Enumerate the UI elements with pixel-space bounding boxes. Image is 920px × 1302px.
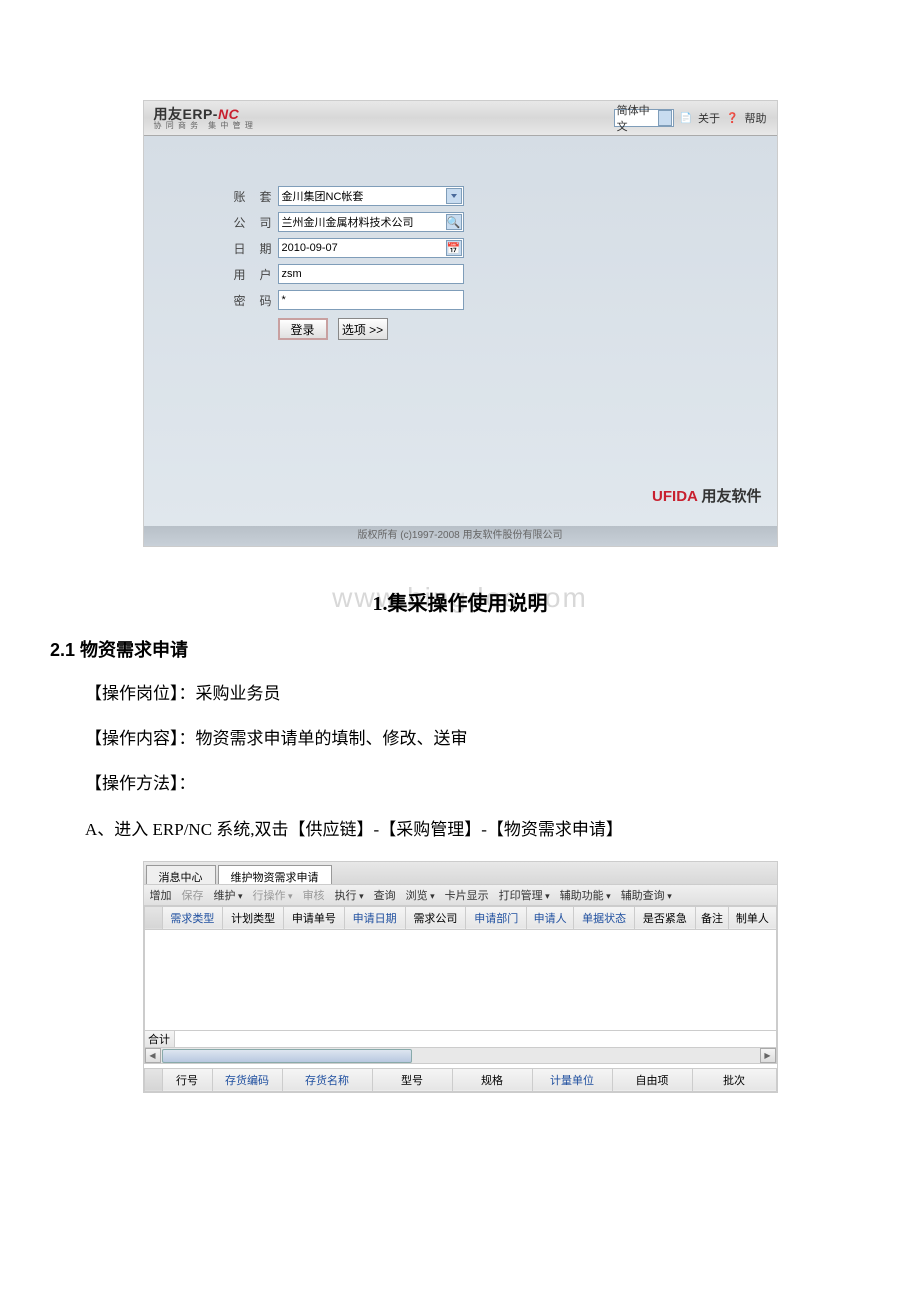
toolbar-add[interactable]: 增加 xyxy=(150,887,172,903)
login-screenshot: 用友ERP-NC 协 同 商 务 集 中 管 理 简体中文 关于 帮助 账 套 … xyxy=(143,100,778,547)
company-label: 公 司 xyxy=(234,214,272,231)
password-label: 密 码 xyxy=(234,292,272,309)
horizontal-scrollbar[interactable]: ◀ ▶ xyxy=(144,1048,777,1064)
col-requester[interactable]: 申请人 xyxy=(527,906,574,929)
help-icon xyxy=(726,112,738,124)
brand-footer: UFIDA 用友软件 xyxy=(652,485,761,506)
col-request-dept[interactable]: 申请部门 xyxy=(466,906,527,929)
password-input[interactable]: * xyxy=(278,290,464,310)
heading-2-1: 2.1 物资需求申请 xyxy=(50,636,870,662)
toolbar-rowop: 行操作 xyxy=(253,887,293,903)
text-step-a: A、进入 ERP/NC 系统,双击【供应链】-【采购管理】-【物资需求申请】 xyxy=(85,816,870,843)
about-link[interactable]: 关于 xyxy=(698,110,720,126)
date-label: 日 期 xyxy=(234,240,272,257)
toolbar-card[interactable]: 卡片显示 xyxy=(445,887,489,903)
table-corner xyxy=(144,906,162,929)
account-label: 账 套 xyxy=(234,188,272,205)
toolbar-browse[interactable]: 浏览 xyxy=(406,887,435,903)
date-input[interactable]: 2010-09-07📅 xyxy=(278,238,464,258)
company-input[interactable]: 兰州金川金属材料技术公司🔍 xyxy=(278,212,464,232)
options-button[interactable]: 选项 >> xyxy=(338,318,388,340)
col-urgent[interactable]: 是否紧急 xyxy=(634,906,695,929)
logo-nc: NC xyxy=(218,106,239,122)
col-status[interactable]: 单据状态 xyxy=(574,906,635,929)
col-unit[interactable]: 计量单位 xyxy=(532,1068,612,1091)
col-spec[interactable]: 规格 xyxy=(452,1068,532,1091)
col-plan-type[interactable]: 计划类型 xyxy=(223,906,284,929)
toolbar-aux[interactable]: 辅助功能 xyxy=(560,887,611,903)
about-icon xyxy=(680,112,692,124)
calendar-icon[interactable]: 📅 xyxy=(446,240,462,256)
toolbar-audit: 审核 xyxy=(303,887,325,903)
scroll-right-icon[interactable]: ▶ xyxy=(760,1048,776,1063)
account-select[interactable]: 金川集团NC帐套 xyxy=(278,186,464,206)
col-inventory-name[interactable]: 存货名称 xyxy=(282,1068,372,1091)
toolbar-maintain[interactable]: 维护 xyxy=(214,887,243,903)
header-right: 简体中文 关于 帮助 xyxy=(614,109,767,127)
logo: 用友ERP-NC 协 同 商 务 集 中 管 理 xyxy=(154,107,254,130)
login-button[interactable]: 登录 xyxy=(278,318,328,340)
col-request-date[interactable]: 申请日期 xyxy=(344,906,405,929)
login-form: 账 套 金川集团NC帐套 公 司 兰州金川金属材料技术公司🔍 日 期 2010-… xyxy=(234,186,464,340)
text-method: 【操作方法】： xyxy=(50,770,870,797)
grid-screenshot: 消息中心 维护物资需求申请 增加 保存 维护 行操作 审核 执行 查询 浏览 卡… xyxy=(143,861,778,1093)
grid-tabs: 消息中心 维护物资需求申请 xyxy=(144,862,777,884)
scroll-thumb[interactable] xyxy=(162,1049,412,1063)
col-demand-type[interactable]: 需求类型 xyxy=(162,906,223,929)
logo-main: 用友ERP- xyxy=(154,106,218,122)
help-link[interactable]: 帮助 xyxy=(745,110,767,126)
search-icon[interactable]: 🔍 xyxy=(446,214,462,230)
text-role: 【操作岗位】：采购业务员 xyxy=(50,680,870,707)
grid-toolbar: 增加 保存 维护 行操作 审核 执行 查询 浏览 卡片显示 打印管理 辅助功能 … xyxy=(144,884,777,906)
toolbar-query[interactable]: 查询 xyxy=(374,887,396,903)
chevron-down-icon[interactable] xyxy=(446,188,462,204)
logo-subtitle: 协 同 商 务 集 中 管 理 xyxy=(154,122,254,130)
login-body: 账 套 金川集团NC帐套 公 司 兰州金川金属材料技术公司🔍 日 期 2010-… xyxy=(144,136,777,526)
col-free-item[interactable]: 自由项 xyxy=(612,1068,692,1091)
language-select[interactable]: 简体中文 xyxy=(614,109,674,127)
col-demand-company[interactable]: 需求公司 xyxy=(405,906,466,929)
text-content: 【操作内容】：物资需求申请单的填制、修改、送审 xyxy=(50,725,870,752)
toolbar-save: 保存 xyxy=(182,887,204,903)
toolbar-print[interactable]: 打印管理 xyxy=(499,887,550,903)
tab-message-center[interactable]: 消息中心 xyxy=(146,865,216,884)
brand-cn: 用友软件 xyxy=(701,489,761,505)
col-creator[interactable]: 制单人 xyxy=(729,906,776,929)
col-inventory-code[interactable]: 存货编码 xyxy=(212,1068,282,1091)
col-request-no[interactable]: 申请单号 xyxy=(284,906,345,929)
user-label: 用 户 xyxy=(234,266,272,283)
toolbar-exec[interactable]: 执行 xyxy=(335,887,364,903)
toolbar-auxq[interactable]: 辅助查询 xyxy=(621,887,672,903)
copyright: 版权所有 (c)1997-2008 用友软件股份有限公司 xyxy=(144,526,777,546)
col-model[interactable]: 型号 xyxy=(372,1068,452,1091)
col-row-no[interactable]: 行号 xyxy=(162,1068,212,1091)
total-label: 合计 xyxy=(145,1031,175,1047)
grid-empty-area xyxy=(144,930,777,1030)
grid-table-1: 需求类型 计划类型 申请单号 申请日期 需求公司 申请部门 申请人 单据状态 是… xyxy=(144,906,777,930)
tab-material-request[interactable]: 维护物资需求申请 xyxy=(218,865,332,884)
section-1-title: 1.集采操作使用说明 xyxy=(50,587,870,616)
col-remark[interactable]: 备注 xyxy=(695,906,728,929)
user-input[interactable]: zsm xyxy=(278,264,464,284)
col-batch[interactable]: 批次 xyxy=(692,1068,776,1091)
table-corner-2 xyxy=(144,1068,162,1091)
brand-ufida: UFIDA xyxy=(652,488,697,505)
grid-table-2: 行号 存货编码 存货名称 型号 规格 计量单位 自由项 批次 xyxy=(144,1068,777,1092)
grid-total-row: 合计 xyxy=(144,1030,777,1048)
login-header: 用友ERP-NC 协 同 商 务 集 中 管 理 简体中文 关于 帮助 xyxy=(144,101,777,136)
scroll-left-icon[interactable]: ◀ xyxy=(145,1048,161,1063)
